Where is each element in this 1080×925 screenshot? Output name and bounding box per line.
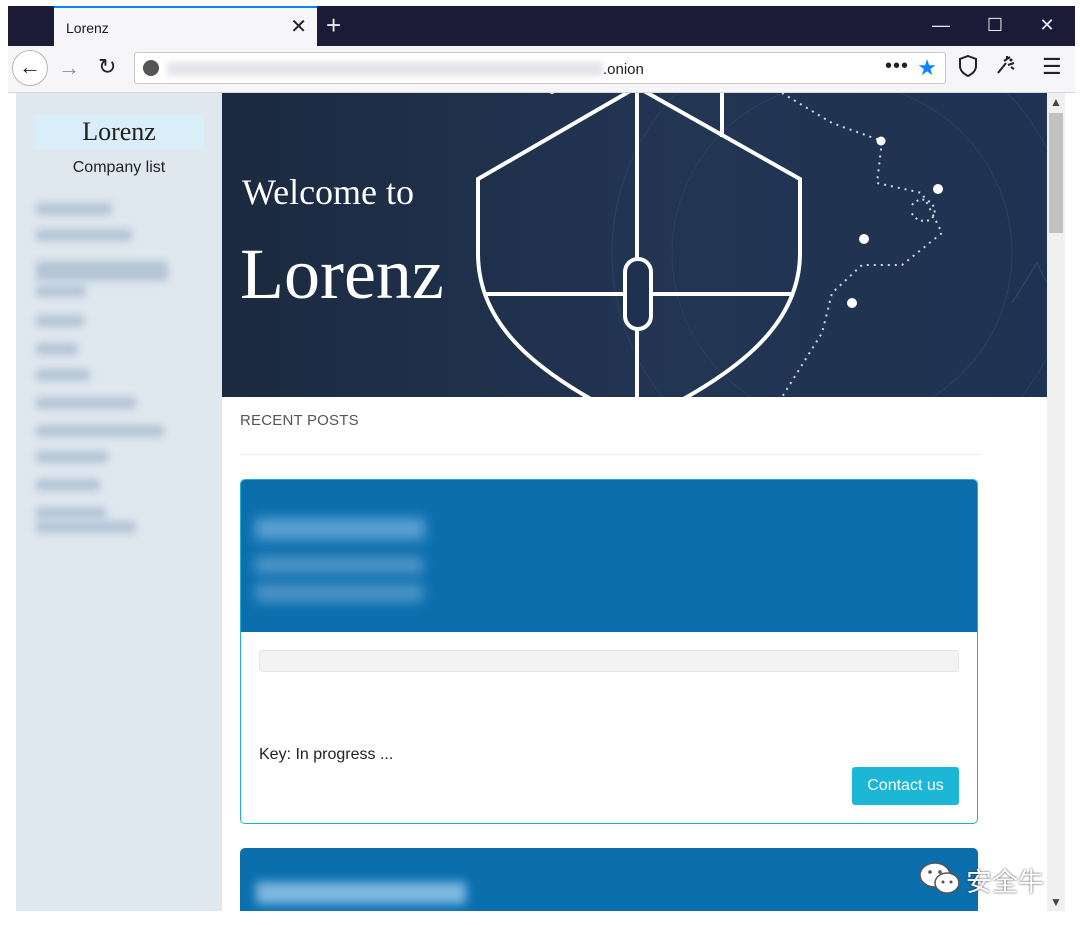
sidebar-item-redacted[interactable] xyxy=(36,479,100,491)
sidebar-item-redacted[interactable] xyxy=(36,285,86,297)
hero-title: Lorenz xyxy=(240,234,444,314)
hero-banner: Welcome to Lorenz xyxy=(222,93,1047,397)
sidebar-brand[interactable]: Lorenz xyxy=(34,115,204,149)
sidebar-item-redacted[interactable] xyxy=(36,203,112,215)
onion-icon[interactable] xyxy=(143,60,159,76)
window-close-button[interactable]: ✕ xyxy=(1032,12,1062,38)
maximize-button[interactable]: ☐ xyxy=(980,12,1010,38)
progress-bar xyxy=(259,650,959,672)
hamburger-menu-icon[interactable]: ☰ xyxy=(1042,54,1062,80)
sidebar-item-redacted[interactable] xyxy=(36,521,136,533)
post-card: Key: In progress ... Contact us xyxy=(240,479,978,824)
post-card-header xyxy=(241,480,977,632)
sidebar-item-redacted[interactable] xyxy=(36,261,168,281)
more-icon[interactable]: ••• xyxy=(885,55,909,78)
company-list-heading: Company list xyxy=(72,159,166,176)
sidebar: Lorenz Company list xyxy=(16,93,222,911)
url-redacted xyxy=(167,62,603,76)
reload-icon[interactable]: ↻ xyxy=(98,54,116,80)
tab-bar: Lorenz ✕ + — ☐ ✕ xyxy=(8,6,1075,46)
tab-close-icon[interactable]: ✕ xyxy=(290,15,307,39)
back-arrow-icon[interactable]: ← xyxy=(12,50,48,86)
watermark: 安全牛 xyxy=(918,860,1048,898)
scrollbar[interactable]: ▲ ▼ xyxy=(1047,93,1065,911)
forward-arrow-icon[interactable]: → xyxy=(58,55,80,81)
redacted-company-name xyxy=(255,518,425,540)
redacted-company-name xyxy=(256,882,466,904)
extension-icon[interactable] xyxy=(994,55,1016,82)
redacted-company-detail xyxy=(255,584,423,602)
shield-icon[interactable] xyxy=(958,54,978,83)
divider xyxy=(240,454,982,455)
contact-us-button[interactable]: Contact us xyxy=(852,767,959,805)
post-card xyxy=(240,848,978,911)
page-viewport: Lorenz Company list Welcome to Lorenz RE… xyxy=(16,93,1047,911)
sidebar-item-redacted[interactable] xyxy=(36,343,78,355)
scroll-up-arrow-icon[interactable]: ▲ xyxy=(1047,93,1065,111)
sidebar-item-redacted[interactable] xyxy=(36,315,84,327)
wechat-icon xyxy=(919,862,960,894)
sidebar-item-redacted[interactable] xyxy=(36,369,90,381)
hero-welcome-text: Welcome to xyxy=(242,172,415,212)
minimize-button[interactable]: — xyxy=(926,12,956,38)
scroll-thumb[interactable] xyxy=(1049,113,1063,233)
scroll-down-arrow-icon[interactable]: ▼ xyxy=(1047,893,1065,911)
new-tab-button[interactable]: + xyxy=(326,10,341,40)
sidebar-item-redacted[interactable] xyxy=(36,397,136,409)
tab-title: Lorenz xyxy=(66,20,109,36)
url-text[interactable]: .onion xyxy=(603,61,644,78)
sidebar-item-redacted[interactable] xyxy=(36,229,132,241)
redacted-company-detail xyxy=(255,556,423,574)
key-status: Key: In progress ... xyxy=(259,746,394,763)
sidebar-item-redacted[interactable] xyxy=(36,507,106,519)
bookmark-star-icon[interactable]: ★ xyxy=(917,55,937,81)
sidebar-item-redacted[interactable] xyxy=(36,425,164,437)
sidebar-item-redacted[interactable] xyxy=(36,451,108,463)
recent-posts-heading: RECENT POSTS xyxy=(240,412,359,429)
navigation-toolbar: ← → ↻ .onion ••• ★ ☰ xyxy=(8,46,1075,93)
address-bar[interactable]: .onion ••• ★ xyxy=(134,52,946,84)
watermark-text: 安全牛 xyxy=(966,868,1045,898)
tab-lorenz[interactable]: Lorenz ✕ xyxy=(54,6,317,46)
